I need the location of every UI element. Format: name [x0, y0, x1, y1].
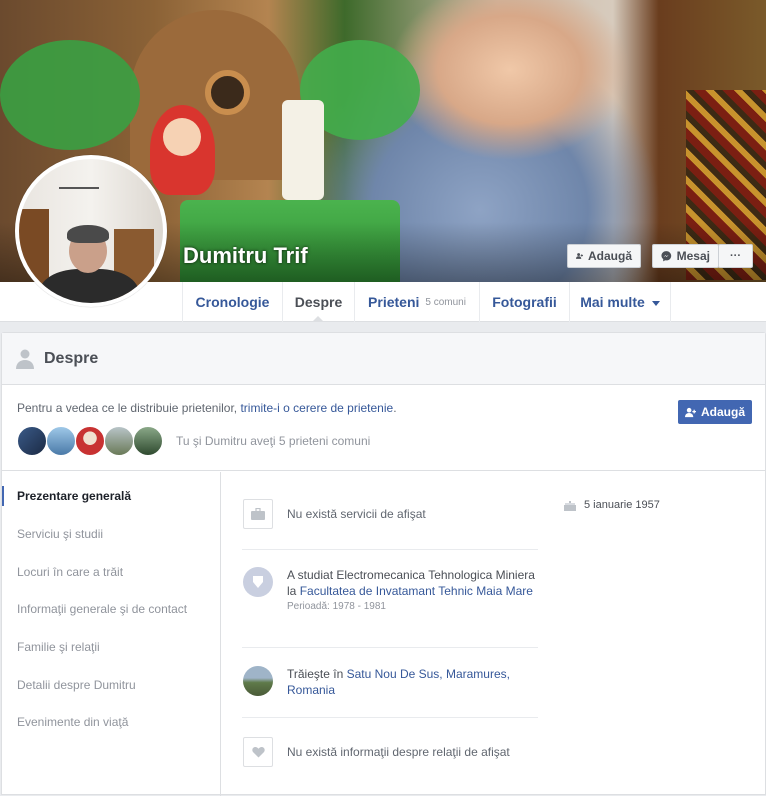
mutual-friend-avatar[interactable] [75, 426, 105, 456]
mutual-friend-avatar[interactable] [104, 426, 134, 456]
birthday-date: 5 ianuarie 1957 [584, 499, 660, 511]
tab-friends[interactable]: Prieteni 5 comuni [354, 282, 479, 322]
sidebar-item-contact-info[interactable]: Informaţii generale şi de contact [17, 602, 187, 616]
about-card: Despre Pentru a vedea ce le distribuie p… [1, 332, 766, 796]
tab-photos[interactable]: Fotografii [479, 282, 569, 322]
send-friend-request-link[interactable]: trimite-i o cerere de prietenie [240, 401, 393, 415]
active-tab-indicator [312, 316, 324, 322]
add-friend-button[interactable]: Adaugă [567, 244, 641, 268]
education-period: Perioadă: 1978 - 1981 [287, 601, 386, 612]
mutual-friends-avatars [17, 426, 163, 456]
sidebar-item-work-education[interactable]: Serviciu şi studii [17, 527, 103, 541]
cover-decor [282, 100, 324, 200]
sidebar-item-life-events[interactable]: Evenimente din viaţă [17, 715, 128, 729]
message-label: Mesaj [676, 249, 710, 263]
mutual-friends-text: Tu şi Dumitru aveţi 5 prieteni comuni [176, 434, 371, 448]
messenger-icon [661, 251, 672, 262]
relationship-empty-text: Nu există informaţii despre relaţii de a… [287, 745, 510, 759]
profile-name[interactable]: Dumitru Trif [183, 243, 308, 269]
about-sidebar: Prezentare generală Serviciu şi studii L… [2, 472, 221, 796]
school-link[interactable]: Facultatea de Invatamant Tehnic Maia Mar… [300, 584, 533, 598]
more-options-button[interactable]: ··· [718, 244, 753, 268]
cover-decor [0, 40, 140, 150]
tab-label: Cronologie [195, 294, 270, 310]
active-section-indicator [2, 486, 4, 506]
mutual-friend-avatar[interactable] [17, 426, 47, 456]
tab-label: Prieteni [368, 294, 420, 310]
education-row: A studiat Electromecanica Tehnologica Mi… [242, 550, 538, 648]
sidebar-item-family[interactable]: Familie şi relaţii [17, 640, 100, 654]
heart-icon [243, 737, 273, 767]
location-thumbnail[interactable] [243, 666, 273, 696]
mutual-friends-count: 5 comuni [425, 296, 466, 308]
friend-prompt-text: Pentru a vedea ce le distribuie prieteni… [17, 401, 241, 415]
cover-decor [205, 70, 250, 115]
mutual-friend-avatar[interactable] [46, 426, 76, 456]
relationship-row: Nu există informaţii despre relaţii de a… [242, 718, 538, 796]
tab-label: Fotografii [492, 294, 557, 310]
about-header: Despre [2, 333, 765, 385]
message-button[interactable]: Mesaj [652, 244, 719, 268]
about-title: Despre [44, 349, 99, 367]
education-text: A studiat Electromecanica Tehnologica Mi… [287, 567, 537, 615]
location-row: Trăieşte în Satu Nou De Sus, Maramures, … [242, 648, 538, 718]
more-dots-icon: ··· [730, 250, 741, 262]
add-friend-icon [684, 407, 696, 417]
add-friend-icon [576, 253, 583, 259]
add-friend-primary-button[interactable]: Adaugă [678, 400, 752, 424]
avatar-lamp [59, 169, 99, 189]
friend-request-box: Pentru a vedea ce le distribuie prieteni… [2, 385, 765, 471]
avatar-person-hair [67, 225, 109, 243]
avatar-person-body [39, 269, 139, 303]
friend-prompt: Pentru a vedea ce le distribuie prieteni… [17, 401, 397, 415]
tab-label: Despre [294, 294, 343, 310]
tab-timeline[interactable]: Cronologie [182, 282, 282, 322]
work-empty-text: Nu există servicii de afişat [287, 507, 426, 521]
sidebar-item-overview[interactable]: Prezentare generală [17, 489, 131, 503]
add-friend-label: Adaugă [700, 405, 745, 419]
cover-decor [163, 118, 201, 156]
sidebar-item-details[interactable]: Detalii despre Dumitru [17, 678, 136, 692]
birthday: 5 ianuarie 1957 [564, 499, 660, 511]
school-icon[interactable] [243, 567, 273, 597]
cake-icon [564, 500, 576, 511]
add-friend-label: Adaugă [587, 249, 632, 263]
sidebar-item-places[interactable]: Locuri în care a trăit [17, 565, 123, 579]
profile-avatar[interactable] [15, 155, 167, 307]
chevron-down-icon [651, 300, 660, 306]
tab-label: Mai multe [580, 294, 645, 310]
friend-prompt-end: . [393, 401, 397, 415]
tab-more[interactable]: Mai multe [569, 282, 671, 322]
work-row: Nu există servicii de afişat [242, 472, 538, 550]
location-prefix: Trăieşte în [287, 667, 347, 681]
mutual-friend-avatar[interactable] [133, 426, 163, 456]
location-text: Trăieşte în Satu Nou De Sus, Maramures, … [287, 666, 537, 698]
briefcase-icon [243, 499, 273, 529]
person-icon [16, 349, 34, 369]
